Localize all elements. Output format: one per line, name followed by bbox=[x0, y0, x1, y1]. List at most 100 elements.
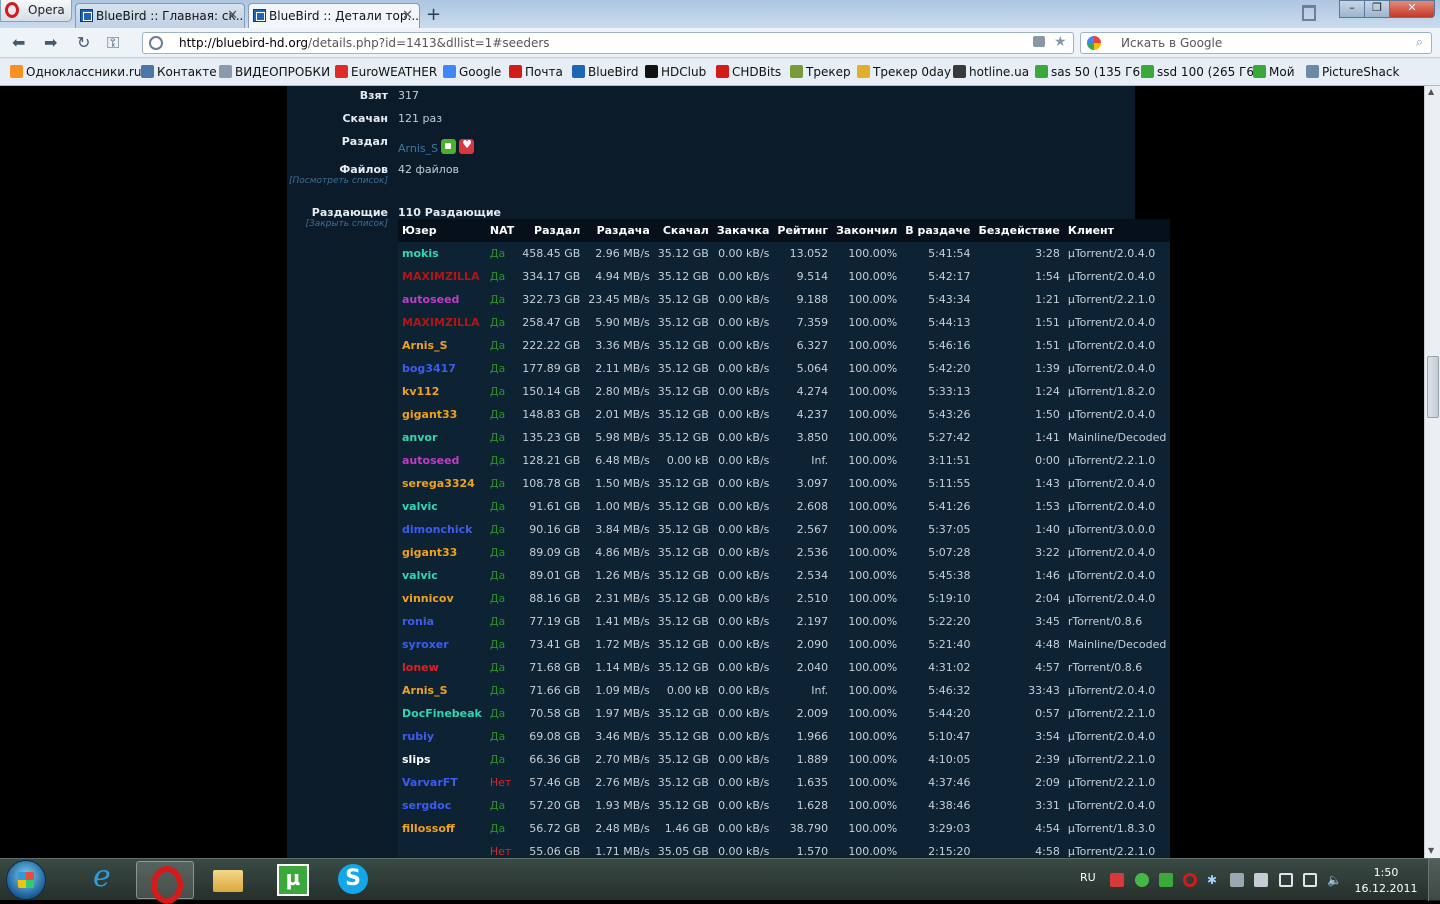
col-upload-speed[interactable]: Раздача bbox=[584, 219, 654, 242]
peer-username[interactable]: gigant33 bbox=[398, 403, 486, 426]
internet-explorer-icon[interactable] bbox=[76, 859, 134, 899]
thumbs-up-icon[interactable] bbox=[441, 139, 457, 154]
bookmark-item[interactable]: Мой bbox=[1253, 65, 1295, 79]
peer-username[interactable]: Arnis_S bbox=[398, 334, 486, 357]
close-tab-icon[interactable]: ✕ bbox=[402, 8, 413, 23]
peer-username[interactable]: autoseed bbox=[398, 449, 486, 472]
key-icon[interactable]: ⚿ bbox=[107, 33, 119, 53]
tab-bluebird-home[interactable]: BlueBird :: Главная: ск... ✕ bbox=[75, 3, 245, 28]
bookmark-item[interactable]: sas 50 (135 Г6) bbox=[1035, 65, 1145, 79]
peer-username[interactable]: MAXIMZILLA bbox=[398, 311, 486, 334]
bluetooth-icon[interactable]: ✱ bbox=[1207, 873, 1221, 887]
opera-taskbar-icon[interactable] bbox=[136, 861, 194, 904]
bookmark-item[interactable]: Контакте bbox=[141, 65, 217, 79]
col-user[interactable]: Юзер bbox=[398, 219, 486, 242]
start-button[interactable] bbox=[6, 860, 46, 900]
peer-username[interactable]: anvor bbox=[398, 426, 486, 449]
minimize-button[interactable]: – bbox=[1339, 0, 1365, 18]
peer-username[interactable]: bog3417 bbox=[398, 357, 486, 380]
opera-tray-icon[interactable] bbox=[1183, 873, 1197, 887]
search-icon[interactable]: ⌕ bbox=[1416, 35, 1423, 50]
show-desktop-button[interactable] bbox=[1428, 859, 1440, 901]
utorrent-tray-icon[interactable] bbox=[1159, 873, 1173, 887]
peer-username[interactable]: sergdoc bbox=[398, 794, 486, 817]
opera-menu-button[interactable]: Opera bbox=[0, 0, 72, 22]
col-idle[interactable]: Бездействие bbox=[974, 219, 1064, 242]
col-download-speed[interactable]: Закачка bbox=[712, 219, 774, 242]
language-indicator[interactable]: RU bbox=[1080, 871, 1096, 884]
tray-printer-icon[interactable] bbox=[1254, 873, 1268, 887]
bookmark-item[interactable]: ssd 100 (265 Г6) bbox=[1141, 65, 1259, 79]
bookmark-item[interactable]: Почта bbox=[509, 65, 563, 79]
forward-icon[interactable]: ➡ bbox=[44, 33, 57, 52]
col-uploaded[interactable]: Раздал bbox=[518, 219, 585, 242]
tray-monitor-icon[interactable] bbox=[1279, 873, 1293, 887]
utorrent-icon[interactable] bbox=[262, 861, 320, 899]
peer-username[interactable]: ronia bbox=[398, 610, 486, 633]
close-tab-icon[interactable]: ✕ bbox=[227, 8, 238, 23]
peer-username[interactable]: autoseed bbox=[398, 288, 486, 311]
peer-username[interactable] bbox=[398, 840, 486, 858]
peer-username[interactable]: kv112 bbox=[398, 380, 486, 403]
bookmark-item[interactable]: HDClub bbox=[645, 65, 706, 79]
search-input[interactable]: Искать в Google ⌕ bbox=[1080, 32, 1432, 54]
antivirus-tray-icon[interactable] bbox=[1110, 873, 1124, 887]
bookmark-item[interactable]: Трекер 0day bbox=[857, 65, 951, 79]
close-list-link[interactable]: [Закрыть список] bbox=[287, 219, 388, 229]
peer-username[interactable]: serega3324 bbox=[398, 472, 486, 495]
volume-icon[interactable]: 🔈 bbox=[1327, 873, 1342, 887]
bookmark-item[interactable]: CHDBits bbox=[716, 65, 781, 79]
bookmark-item[interactable]: Одноклассники.ru bbox=[10, 65, 141, 79]
peer-username[interactable]: valvic bbox=[398, 564, 486, 587]
system-clock[interactable]: 1:50 16.12.2011 bbox=[1350, 865, 1422, 897]
bookmark-item[interactable]: PictureShack bbox=[1306, 65, 1399, 79]
peer-username[interactable]: valvic bbox=[398, 495, 486, 518]
col-client[interactable]: Клиент bbox=[1063, 219, 1171, 242]
back-icon[interactable]: ⬅ bbox=[12, 33, 25, 52]
peer-username[interactable]: fillossoff bbox=[398, 817, 486, 840]
maximize-button[interactable]: ❐ bbox=[1364, 0, 1390, 18]
peer-username[interactable]: vinnicov bbox=[398, 587, 486, 610]
peer-username[interactable]: slips bbox=[398, 748, 486, 771]
new-tab-icon[interactable]: + bbox=[426, 4, 441, 25]
peer-username[interactable]: DocFinebeak bbox=[398, 702, 486, 725]
network-icon[interactable] bbox=[1303, 873, 1317, 887]
heart-icon[interactable] bbox=[459, 138, 475, 154]
peer-username[interactable]: rubiy bbox=[398, 725, 486, 748]
tray-device-icon[interactable] bbox=[1230, 873, 1244, 887]
address-bar[interactable]: http://bluebird-hd.org/details.php?id=14… bbox=[142, 32, 1074, 54]
rss-icon[interactable] bbox=[1033, 36, 1045, 47]
bookmark-item[interactable]: EuroWEATHER bbox=[335, 65, 437, 79]
trash-icon[interactable] bbox=[1302, 5, 1316, 21]
show-files-link[interactable]: [Посмотреть список] bbox=[287, 176, 388, 186]
skype-icon[interactable] bbox=[324, 861, 382, 899]
bookmark-item[interactable]: Трекер bbox=[790, 65, 851, 79]
peer-username[interactable]: mokis bbox=[398, 242, 486, 265]
col-nat[interactable]: NAT bbox=[485, 219, 519, 242]
peer-username[interactable]: syroxer bbox=[398, 633, 486, 656]
peer-username[interactable]: dimonchick bbox=[398, 518, 486, 541]
tab-bluebird-details[interactable]: BlueBird :: Детали тор... ✕ bbox=[248, 3, 420, 28]
file-explorer-icon[interactable] bbox=[199, 861, 257, 899]
peer-username[interactable]: lonew bbox=[398, 656, 486, 679]
bookmark-star-icon[interactable]: ★ bbox=[1054, 34, 1067, 50]
peer-username[interactable]: VarvarFT bbox=[398, 771, 486, 794]
bookmark-item[interactable]: hotline.ua bbox=[953, 65, 1029, 79]
bookmark-item[interactable]: BlueBird bbox=[572, 65, 638, 79]
scrollbar-thumb[interactable] bbox=[1427, 356, 1439, 418]
peer-username[interactable]: MAXIMZILLA bbox=[398, 265, 486, 288]
uploader-link[interactable]: Arnis_S bbox=[398, 142, 438, 155]
col-ratio[interactable]: Рейтинг bbox=[773, 219, 833, 242]
scroll-up-icon[interactable]: ▲ bbox=[1428, 87, 1434, 96]
vertical-scrollbar[interactable]: ▲ ▼ bbox=[1424, 86, 1440, 858]
col-finished[interactable]: Закончил bbox=[832, 219, 902, 242]
col-downloaded[interactable]: Скачал bbox=[653, 219, 713, 242]
bookmark-item[interactable]: ВИДЕОПРОБКИ bbox=[219, 65, 330, 79]
col-seeding-time[interactable]: В раздаче bbox=[901, 219, 975, 242]
peer-username[interactable]: Arnis_S bbox=[398, 679, 486, 702]
tray-app-icon[interactable] bbox=[1135, 873, 1149, 887]
peer-username[interactable]: gigant33 bbox=[398, 541, 486, 564]
scroll-down-icon[interactable]: ▼ bbox=[1428, 846, 1434, 855]
close-window-button[interactable]: ✕ bbox=[1389, 0, 1435, 18]
bookmark-item[interactable]: Google bbox=[443, 65, 501, 79]
